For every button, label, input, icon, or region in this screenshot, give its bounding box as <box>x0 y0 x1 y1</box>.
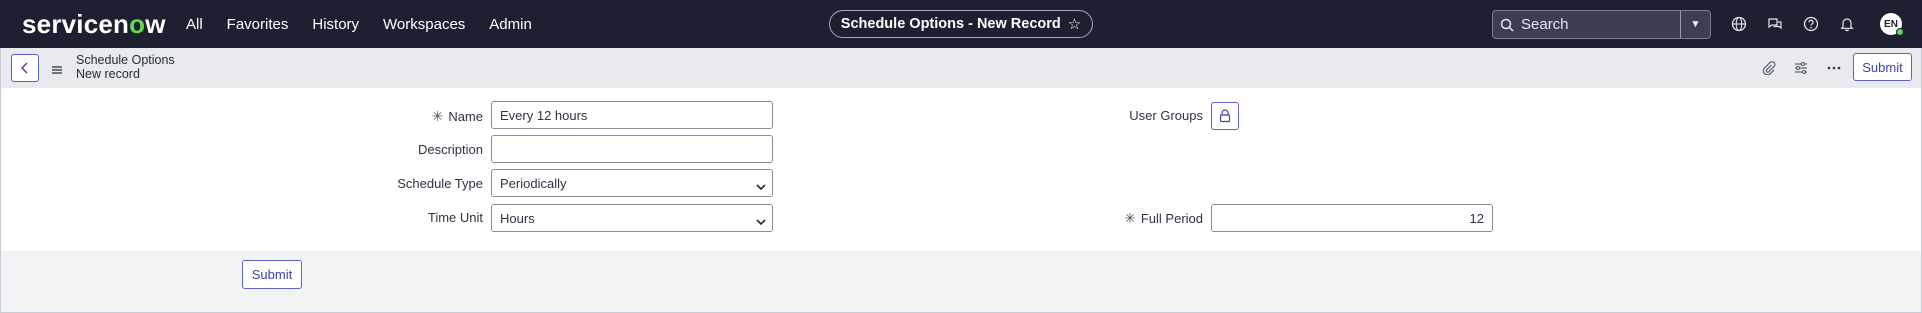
bell-icon[interactable] <box>1838 15 1856 33</box>
back-button[interactable] <box>11 54 39 82</box>
form-record-label: New record <box>76 67 140 81</box>
schedule-type-value: Periodically <box>500 175 567 191</box>
top-navigation-bar: servicenow All Favorites History Workspa… <box>0 0 1922 48</box>
nav-workspaces[interactable]: Workspaces <box>383 16 465 33</box>
logo-text: servicen <box>22 9 130 39</box>
search-icon <box>1493 18 1521 32</box>
more-options-icon[interactable] <box>1825 59 1843 77</box>
full-period-label-text: Full Period <box>1140 211 1203 226</box>
schedule-type-label: Schedule Type <box>397 176 483 191</box>
logo-o: o <box>129 9 146 39</box>
user-avatar[interactable]: EN <box>1880 13 1904 36</box>
chat-icon[interactable] <box>1766 15 1784 33</box>
required-icon: ✳ <box>1124 210 1136 226</box>
form-footer: Submit <box>0 251 1922 313</box>
full-period-input[interactable]: 12 <box>1211 204 1493 232</box>
nav-menu: All Favorites History Workspaces Admin <box>186 0 556 48</box>
name-input[interactable]: Every 12 hours <box>491 101 773 129</box>
nav-admin[interactable]: Admin <box>489 16 532 33</box>
schedule-type-select[interactable]: Periodically <box>491 169 773 197</box>
full-period-label: ✳ Full Period <box>1101 210 1203 227</box>
global-search[interactable]: Search ▼ <box>1492 10 1711 39</box>
nav-history[interactable]: History <box>312 16 359 33</box>
search-input[interactable]: Search <box>1521 16 1680 33</box>
name-label-text: Name <box>448 109 483 124</box>
name-label: ✳ Name <box>401 108 483 125</box>
logo-text-end: w <box>145 9 166 39</box>
nav-all[interactable]: All <box>186 16 203 33</box>
time-unit-select[interactable]: Hours <box>491 204 773 232</box>
form-table-label: Schedule Options <box>76 53 175 67</box>
presence-dot <box>1896 28 1904 36</box>
lock-icon <box>1219 109 1231 123</box>
unlock-user-groups-button[interactable] <box>1211 102 1239 130</box>
description-label: Description <box>417 142 483 157</box>
form-header: Schedule Options New record Submit <box>0 48 1922 88</box>
nav-favorites[interactable]: Favorites <box>227 16 289 33</box>
attachment-icon[interactable] <box>1760 59 1778 77</box>
globe-icon[interactable] <box>1730 15 1748 33</box>
servicenow-logo[interactable]: servicenow <box>22 9 166 40</box>
chevron-down-icon <box>756 214 766 229</box>
settings-sliders-icon[interactable] <box>1792 59 1810 77</box>
star-outline-icon[interactable]: ☆ <box>1068 15 1081 33</box>
description-input[interactable] <box>491 135 773 163</box>
record-title: Schedule Options - New Record <box>840 16 1061 32</box>
avatar-initials: EN <box>1884 18 1898 30</box>
required-icon: ✳ <box>431 108 444 124</box>
submit-button-header[interactable]: Submit <box>1853 53 1912 81</box>
hamburger-icon[interactable] <box>51 62 63 80</box>
time-unit-value: Hours <box>500 210 535 226</box>
time-unit-label: Time Unit <box>427 210 483 225</box>
chevron-left-icon <box>21 62 28 74</box>
form-body: ✳ Name Every 12 hours Description Schedul… <box>0 88 1922 251</box>
help-icon[interactable] <box>1802 15 1820 33</box>
search-scope-dropdown[interactable]: ▼ <box>1680 11 1710 38</box>
record-title-pill[interactable]: Schedule Options - New Record ☆ <box>829 10 1093 38</box>
chevron-down-icon <box>756 179 766 194</box>
user-groups-label: User Groups <box>1129 108 1203 123</box>
form-title: Schedule Options New record <box>76 53 175 81</box>
submit-button-footer[interactable]: Submit <box>242 260 302 289</box>
